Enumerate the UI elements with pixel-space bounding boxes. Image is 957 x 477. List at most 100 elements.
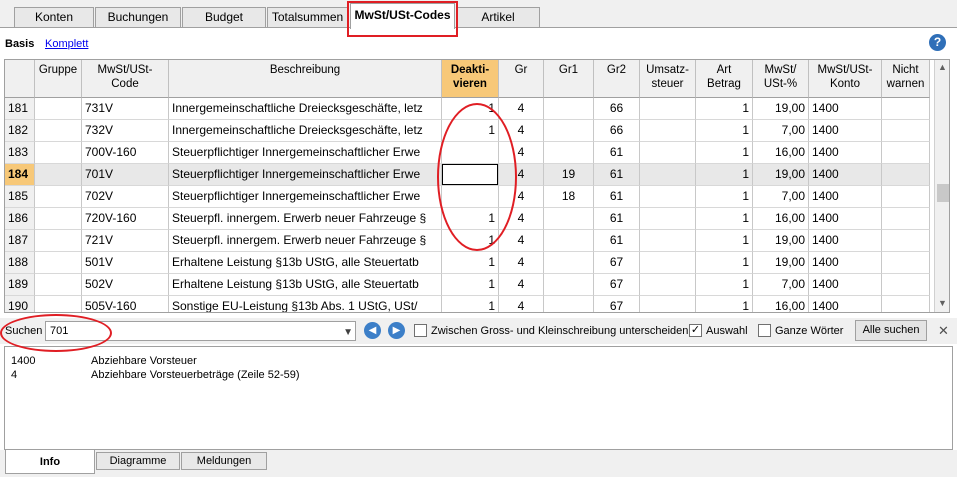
art-betrag-cell[interactable]: 1 [696, 208, 753, 230]
tab-konten[interactable]: Konten [14, 7, 94, 27]
header-ust-konto[interactable]: MwSt/USt-Konto [809, 60, 882, 98]
vertical-scrollbar[interactable]: ▲ ▼ [934, 60, 949, 312]
code-cell[interactable]: 502V [82, 274, 169, 296]
close-icon[interactable]: ✕ [938, 323, 949, 339]
art-betrag-cell[interactable]: 1 [696, 296, 753, 312]
code-cell[interactable]: 700V-160 [82, 142, 169, 164]
umsatzsteuer-cell[interactable] [640, 186, 696, 208]
ust-pct-cell[interactable]: 19,00 [753, 164, 809, 186]
beschreibung-cell[interactable]: Erhaltene Leistung §13b UStG, alle Steue… [169, 274, 442, 296]
ust-konto-cell[interactable]: 1400 [809, 252, 882, 274]
art-betrag-cell[interactable]: 1 [696, 98, 753, 120]
code-cell[interactable]: 701V [82, 164, 169, 186]
art-betrag-cell[interactable]: 1 [696, 186, 753, 208]
gr2-cell[interactable]: 61 [594, 186, 640, 208]
ust-konto-cell[interactable]: 1400 [809, 296, 882, 312]
gruppe-cell[interactable] [35, 208, 82, 230]
gruppe-cell[interactable] [35, 120, 82, 142]
gr1-cell[interactable]: 18 [544, 186, 594, 208]
code-cell[interactable]: 721V [82, 230, 169, 252]
gruppe-cell[interactable] [35, 296, 82, 312]
gr2-cell[interactable]: 61 [594, 142, 640, 164]
auswahl-checkbox[interactable]: ✓ [689, 324, 702, 337]
gr1-cell[interactable] [544, 142, 594, 164]
umsatzsteuer-cell[interactable] [640, 208, 696, 230]
chevron-down-icon[interactable]: ▼ [343, 324, 353, 342]
umsatzsteuer-cell[interactable] [640, 164, 696, 186]
help-icon[interactable]: ? [929, 34, 946, 51]
ust-pct-cell[interactable]: 7,00 [753, 274, 809, 296]
beschreibung-cell[interactable]: Innergemeinschaftliche Dreiecksgeschäfte… [169, 98, 442, 120]
beschreibung-cell[interactable]: Steuerpflichtiger Innergemeinschaftliche… [169, 186, 442, 208]
code-cell[interactable]: 731V [82, 98, 169, 120]
gr1-cell[interactable]: 19 [544, 164, 594, 186]
tab-budget[interactable]: Budget [182, 7, 266, 27]
header-art-betrag[interactable]: Art Betrag [696, 60, 753, 98]
beschreibung-cell[interactable]: Steuerpflichtiger Innergemeinschaftliche… [169, 164, 442, 186]
nicht-warnen-cell[interactable] [882, 208, 930, 230]
beschreibung-cell[interactable]: Steuerpflichtiger Innergemeinschaftliche… [169, 142, 442, 164]
gr2-cell[interactable]: 67 [594, 296, 640, 312]
gr-cell[interactable]: 4 [499, 252, 544, 274]
nicht-warnen-cell[interactable] [882, 164, 930, 186]
nicht-warnen-cell[interactable] [882, 252, 930, 274]
code-cell[interactable]: 702V [82, 186, 169, 208]
tab-meldungen[interactable]: Meldungen [181, 452, 267, 470]
header-nicht-warnen[interactable]: Nicht warnen [882, 60, 930, 98]
code-cell[interactable]: 720V-160 [82, 208, 169, 230]
gr2-cell[interactable]: 66 [594, 120, 640, 142]
tab-buchungen[interactable]: Buchungen [95, 7, 181, 27]
beschreibung-cell[interactable]: Steuerpfl. innergem. Erwerb neuer Fahrze… [169, 208, 442, 230]
umsatzsteuer-cell[interactable] [640, 252, 696, 274]
table-row[interactable]: 189 502V Erhaltene Leistung §13b UStG, all… [5, 274, 934, 296]
gruppe-cell[interactable] [35, 274, 82, 296]
ust-konto-cell[interactable]: 1400 [809, 98, 882, 120]
beschreibung-cell[interactable]: Innergemeinschaftliche Dreiecksgeschäfte… [169, 120, 442, 142]
gr1-cell[interactable] [544, 252, 594, 274]
header-gr2[interactable]: Gr2 [594, 60, 640, 98]
art-betrag-cell[interactable]: 1 [696, 252, 753, 274]
header-umsatzsteuer[interactable]: Umsatz-steuer [640, 60, 696, 98]
umsatzsteuer-cell[interactable] [640, 120, 696, 142]
ust-pct-cell[interactable]: 19,00 [753, 230, 809, 252]
umsatzsteuer-cell[interactable] [640, 230, 696, 252]
gr-cell[interactable]: 4 [499, 274, 544, 296]
gr-cell[interactable]: 4 [499, 98, 544, 120]
ust-konto-cell[interactable]: 1400 [809, 274, 882, 296]
table-row[interactable]: 188 501V Erhaltene Leistung §13b UStG, all… [5, 252, 934, 274]
umsatzsteuer-cell[interactable] [640, 274, 696, 296]
header-code[interactable]: MwSt/USt-Code [82, 60, 169, 98]
next-arrow-icon[interactable]: ▶ [388, 322, 405, 339]
art-betrag-cell[interactable]: 1 [696, 120, 753, 142]
gr1-cell[interactable] [544, 274, 594, 296]
view-basis[interactable]: Basis [5, 38, 34, 50]
beschreibung-cell[interactable]: Steuerpfl. innergem. Erwerb neuer Fahrze… [169, 230, 442, 252]
umsatzsteuer-cell[interactable] [640, 142, 696, 164]
nicht-warnen-cell[interactable] [882, 274, 930, 296]
gr1-cell[interactable] [544, 120, 594, 142]
gruppe-cell[interactable] [35, 142, 82, 164]
gr1-cell[interactable] [544, 296, 594, 312]
gruppe-cell[interactable] [35, 230, 82, 252]
code-cell[interactable]: 732V [82, 120, 169, 142]
ust-pct-cell[interactable]: 16,00 [753, 208, 809, 230]
art-betrag-cell[interactable]: 1 [696, 230, 753, 252]
tab-artikel[interactable]: Artikel [456, 7, 540, 27]
case-sensitive-checkbox[interactable] [414, 324, 427, 337]
umsatzsteuer-cell[interactable] [640, 98, 696, 120]
nicht-warnen-cell[interactable] [882, 230, 930, 252]
gruppe-cell[interactable] [35, 164, 82, 186]
art-betrag-cell[interactable]: 1 [696, 142, 753, 164]
deaktivieren-cell[interactable]: 1 [442, 252, 499, 274]
whole-words-checkbox[interactable] [758, 324, 771, 337]
header-beschreibung[interactable]: Beschreibung [169, 60, 442, 98]
gr2-cell[interactable]: 61 [594, 208, 640, 230]
header-deaktivieren[interactable]: Deakti-vieren [442, 60, 499, 98]
table-row[interactable]: 190 505V-160 Sonstige EU-Leistung §13b Abs… [5, 296, 934, 312]
header-gr[interactable]: Gr [499, 60, 544, 98]
gr2-cell[interactable]: 61 [594, 164, 640, 186]
gr1-cell[interactable] [544, 98, 594, 120]
nicht-warnen-cell[interactable] [882, 98, 930, 120]
ust-konto-cell[interactable]: 1400 [809, 186, 882, 208]
scroll-down-icon[interactable]: ▼ [938, 298, 947, 308]
